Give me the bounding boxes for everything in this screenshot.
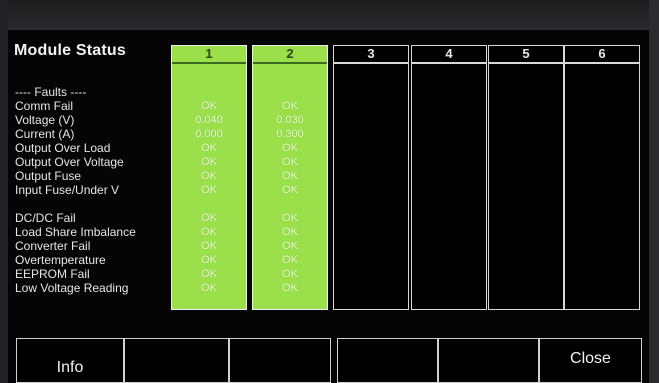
- m1-output-over-load: OK: [201, 142, 217, 154]
- faults-header: ---- Faults ----: [15, 85, 87, 99]
- softkey-2[interactable]: [124, 338, 229, 383]
- label-output-fuse: Output Fuse: [15, 169, 82, 183]
- module-header-4: 4: [412, 46, 486, 64]
- label-output-over-load: Output Over Load: [15, 141, 111, 155]
- module-column-6[interactable]: 6: [564, 45, 640, 310]
- device-bezel-right: [649, 0, 659, 383]
- m2-output-over-load: OK: [282, 142, 298, 154]
- label-eeprom-fail: EEPROM Fail: [15, 267, 90, 281]
- m1-input-fuse: OK: [201, 184, 217, 196]
- module-column-4[interactable]: 4: [411, 45, 487, 310]
- module-header-3: 3: [334, 46, 408, 64]
- module-column-5[interactable]: 5: [488, 45, 564, 310]
- m2-voltage: 0.030: [276, 114, 304, 126]
- softkey-4[interactable]: [337, 338, 438, 383]
- m1-overtemperature: OK: [201, 254, 217, 266]
- device-bezel-left: [0, 0, 8, 383]
- label-dcdc-fail: DC/DC Fail: [15, 211, 76, 225]
- page-title: Module Status: [14, 42, 126, 59]
- softkey-bar: Info Close: [8, 338, 649, 383]
- m2-current: 0.300: [276, 128, 304, 140]
- m2-output-fuse: OK: [282, 170, 298, 182]
- m1-converter-fail: OK: [201, 240, 217, 252]
- m1-output-over-voltage: OK: [201, 156, 217, 168]
- m2-eeprom-fail: OK: [282, 268, 298, 280]
- m1-load-share: OK: [201, 226, 217, 238]
- m2-converter-fail: OK: [282, 240, 298, 252]
- label-converter-fail: Converter Fail: [15, 239, 91, 253]
- m1-dcdc-fail: OK: [201, 212, 217, 224]
- label-input-fuse-under-v: Input Fuse/Under V: [15, 183, 120, 197]
- module-column-1[interactable]: 1 OK 0.040 0.000 OK OK OK OK OK OK OK OK…: [171, 45, 247, 310]
- m1-comm-fail: OK: [201, 100, 217, 112]
- info-button[interactable]: Info: [16, 338, 124, 383]
- m1-low-voltage: OK: [201, 282, 217, 294]
- m1-voltage: 0.040: [195, 114, 223, 126]
- label-comm-fail: Comm Fail: [15, 99, 74, 113]
- display-screen: Module Status ---- Faults ---- Comm Fail…: [8, 30, 649, 383]
- label-low-voltage-reading: Low Voltage Reading: [15, 281, 129, 295]
- label-output-over-voltage: Output Over Voltage: [15, 155, 124, 169]
- label-voltage: Voltage (V): [15, 113, 75, 127]
- label-overtemperature: Overtemperature: [15, 253, 106, 267]
- softkey-5[interactable]: [438, 338, 539, 383]
- close-button[interactable]: Close: [539, 338, 642, 383]
- m2-output-over-voltage: OK: [282, 156, 298, 168]
- module-column-3[interactable]: 3: [333, 45, 409, 310]
- module-header-5: 5: [489, 46, 563, 64]
- m2-low-voltage: OK: [282, 282, 298, 294]
- m2-comm-fail: OK: [282, 100, 298, 112]
- m1-eeprom-fail: OK: [201, 268, 217, 280]
- module-column-2[interactable]: 2 OK 0.030 0.300 OK OK OK OK OK OK OK OK…: [252, 45, 328, 310]
- m2-load-share: OK: [282, 226, 298, 238]
- module-header-6: 6: [565, 46, 639, 64]
- m1-current: 0.000: [195, 128, 223, 140]
- m2-input-fuse: OK: [282, 184, 298, 196]
- m1-output-fuse: OK: [201, 170, 217, 182]
- softkey-3[interactable]: [229, 338, 331, 383]
- label-load-share-imbalance: Load Share Imbalance: [15, 225, 136, 239]
- m2-overtemperature: OK: [282, 254, 298, 266]
- device-bezel-top: [0, 0, 659, 30]
- module-grid: 1 OK 0.040 0.000 OK OK OK OK OK OK OK OK…: [171, 45, 640, 310]
- m2-dcdc-fail: OK: [282, 212, 298, 224]
- label-current: Current (A): [15, 127, 75, 141]
- module-header-2: 2: [253, 46, 327, 64]
- module-header-1: 1: [172, 46, 246, 64]
